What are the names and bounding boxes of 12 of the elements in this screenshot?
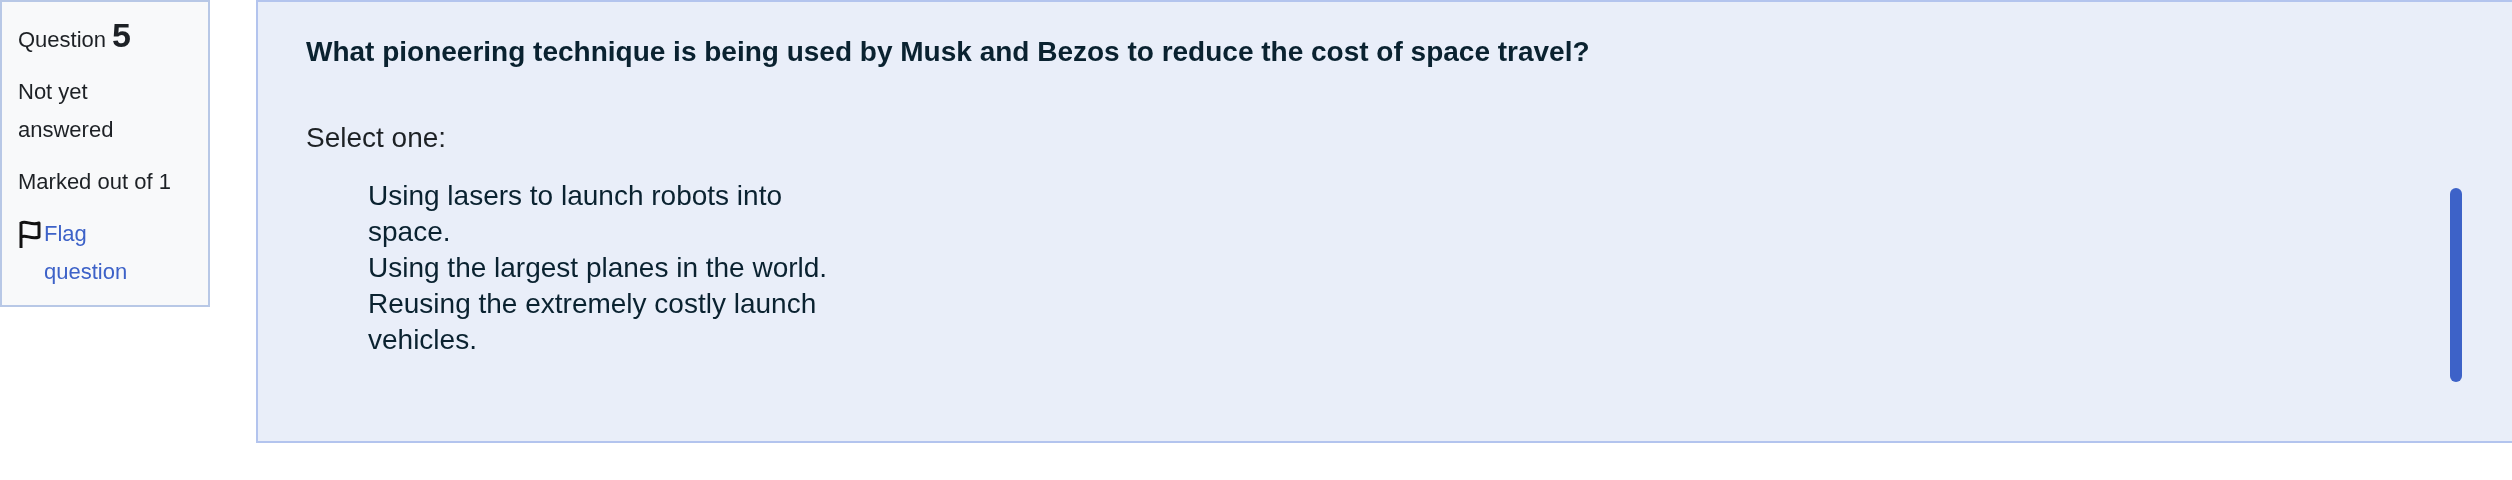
number: 5 [112,16,131,54]
scrollbar-thumb[interactable] [2450,188,2462,382]
answer-option[interactable]: Reusing the extremely costly launch vehicles. [368,286,838,358]
select-prompt: Select one: [306,121,448,155]
marks-text: Marked out of 1 [18,168,172,196]
question-label: Question [18,26,107,54]
flag-icon[interactable] [18,219,42,249]
flag-question-link[interactable]: Flag question [44,215,168,291]
answer-option[interactable]: Using lasers to launch robots into space. [368,178,838,250]
answer-status: Not yet answered [18,78,115,144]
answer-option[interactable]: Using the largest planes in the world. [368,250,838,286]
question-text: What pioneering technique is being used by Musk and Bezos to reduce the cost of space travel? [306,35,1591,69]
